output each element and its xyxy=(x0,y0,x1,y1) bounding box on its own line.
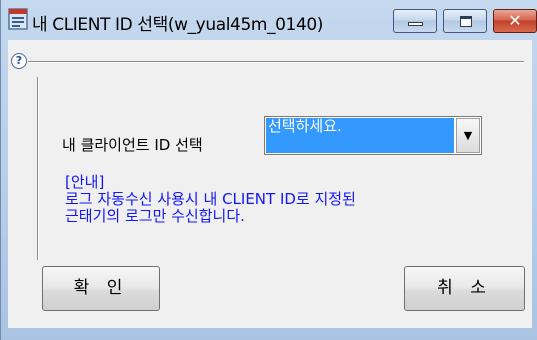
close-button[interactable]: ✕ xyxy=(493,9,537,33)
close-icon: ✕ xyxy=(508,11,522,30)
help-icon[interactable]: ? xyxy=(11,53,27,69)
notice-line-1: 로그 자동수신 사용시 내 CLIENT ID로 지정된 xyxy=(65,190,356,208)
maximize-button[interactable] xyxy=(443,9,487,33)
top-divider xyxy=(28,61,524,63)
ok-button[interactable]: 확 인 xyxy=(42,266,160,311)
client-id-label: 내 클라이언트 ID 선택 xyxy=(62,136,203,154)
maximize-icon xyxy=(460,16,472,27)
dropdown-button[interactable]: ▼ xyxy=(456,118,480,153)
dialog-body: ? 내 클라이언트 ID 선택 선택하세요. ▼ [안내] 로그 자동수신 사용… xyxy=(8,40,532,328)
cancel-button[interactable]: 취 소 xyxy=(404,266,525,311)
window-title: 내 CLIENT ID 선택(w_yual45m_0140) xyxy=(32,15,324,35)
notice-text: [안내] 로그 자동수신 사용시 내 CLIENT ID로 지정된 근태기의 로… xyxy=(65,174,356,225)
application-icon xyxy=(8,8,28,30)
left-divider xyxy=(37,77,39,260)
title-bar[interactable]: 내 CLIENT ID 선택(w_yual45m_0140) ✕ xyxy=(1,0,537,38)
chevron-down-icon: ▼ xyxy=(463,129,473,142)
minimize-button[interactable] xyxy=(393,9,437,33)
client-id-select[interactable]: 선택하세요. ▼ xyxy=(264,116,482,155)
dialog-window: 내 CLIENT ID 선택(w_yual45m_0140) ✕ ? 내 클라이… xyxy=(0,0,537,340)
client-id-selected-value: 선택하세요. xyxy=(266,118,454,153)
notice-heading: [안내] xyxy=(65,173,105,191)
minimize-icon xyxy=(408,22,423,26)
notice-line-2: 근태기의 로그만 수신합니다. xyxy=(65,207,245,225)
